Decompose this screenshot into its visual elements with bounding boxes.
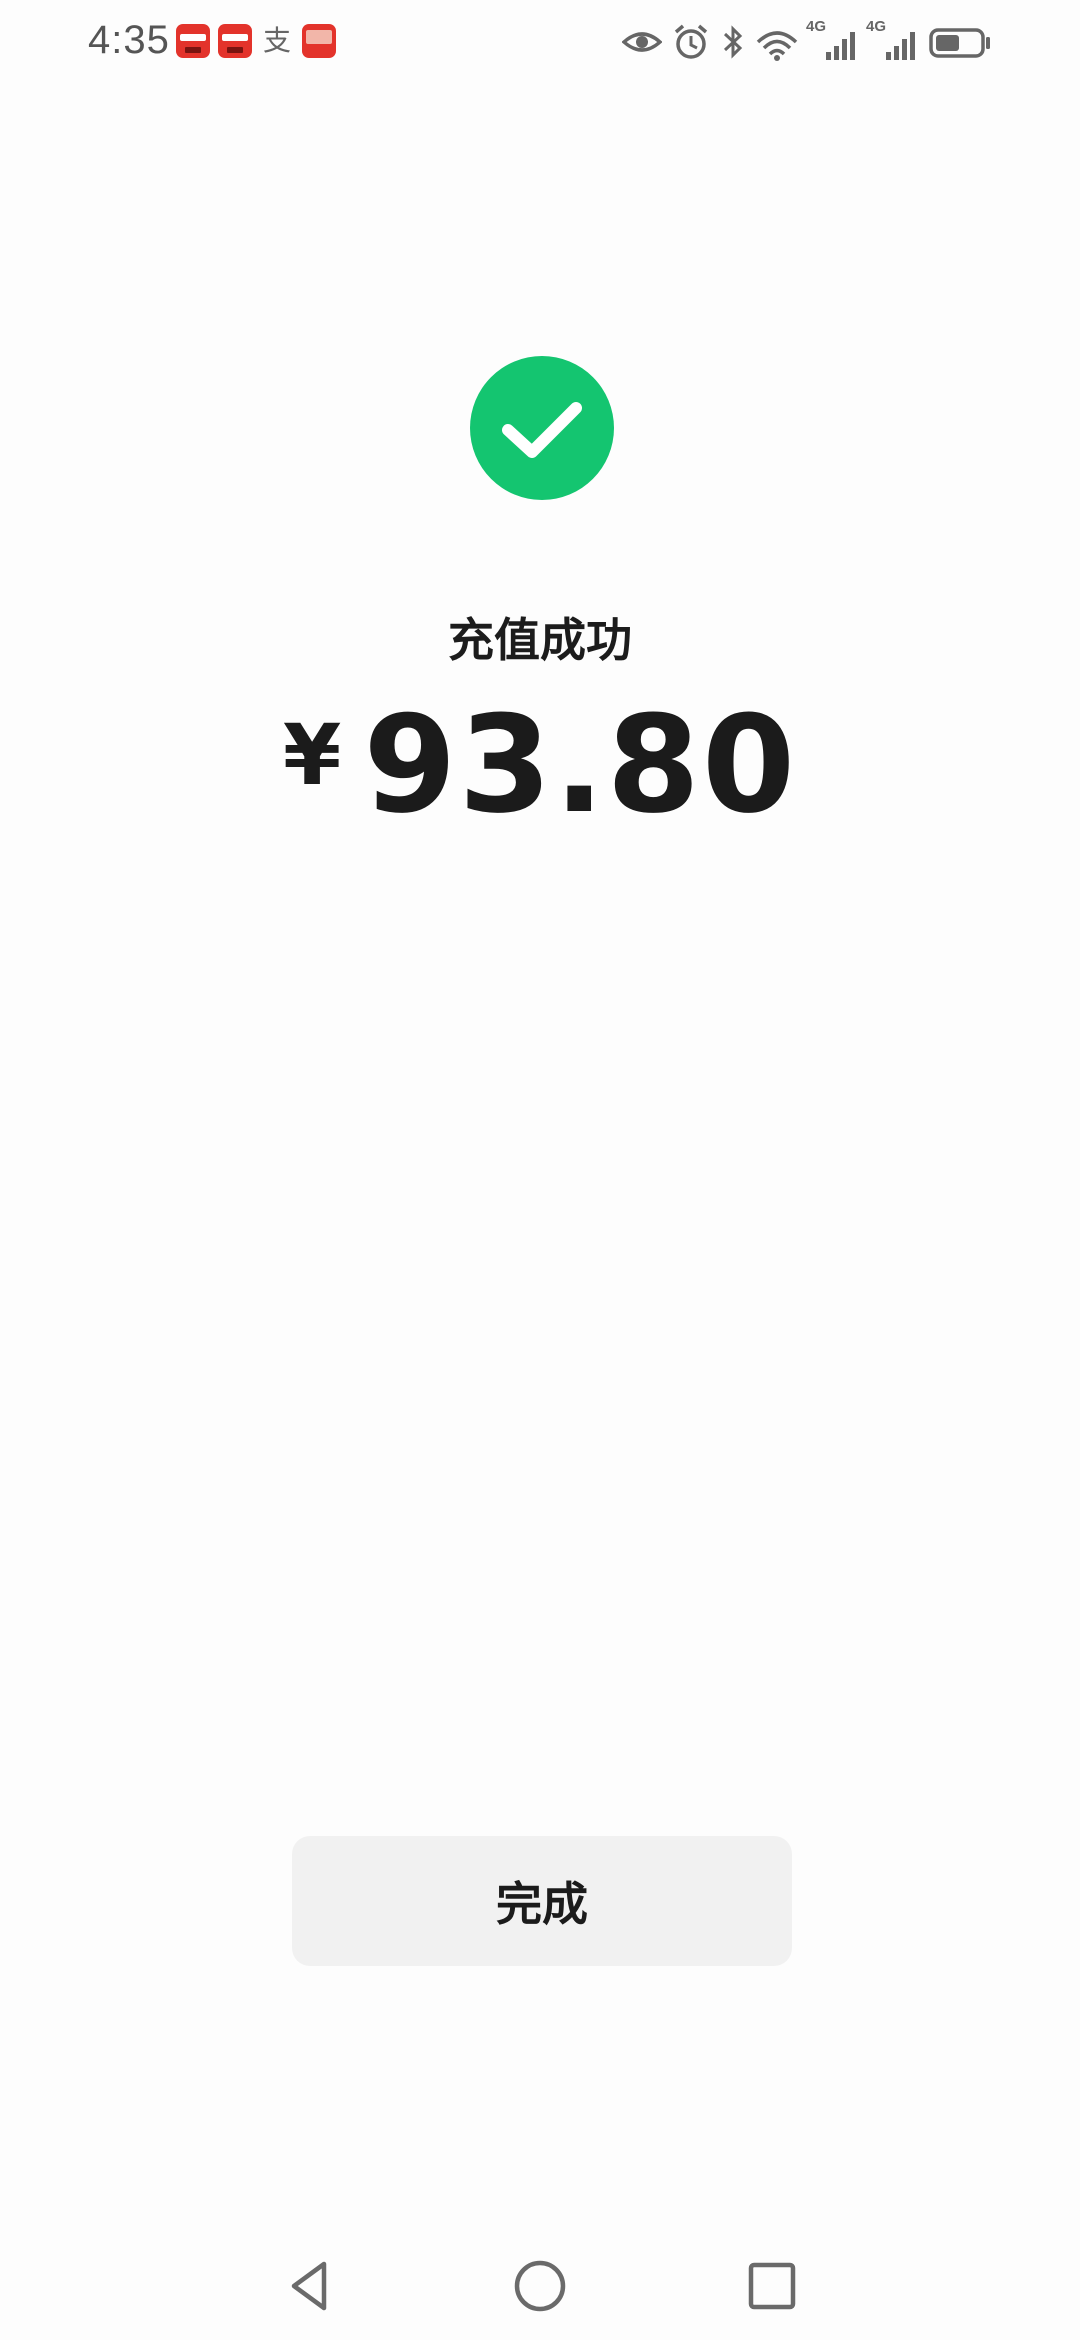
done-button[interactable]: 完成 (292, 1836, 792, 1966)
recents-icon[interactable] (742, 2256, 802, 2316)
battery-icon (929, 28, 990, 58)
home-icon[interactable] (510, 2256, 570, 2316)
amount-value: 93.80 (363, 687, 798, 843)
alipay-icon: 支 (262, 24, 291, 57)
back-icon[interactable] (280, 2256, 340, 2316)
newspaper-app-icon (218, 24, 252, 58)
result-title: 充值成功 (448, 613, 632, 667)
status-bar: 4:35 支 4G 4G (0, 0, 1080, 84)
navigation-bar (0, 2230, 1080, 2340)
alarm-icon (674, 24, 708, 59)
bluetooth-icon (723, 25, 743, 59)
system-tray: 4G 4G (622, 18, 992, 64)
eye-icon (622, 32, 662, 52)
currency-symbol: ¥ (282, 706, 342, 804)
wifi-icon (756, 31, 798, 61)
newspaper-app-icon (176, 24, 210, 58)
amount-display: ¥93.80 (0, 690, 1080, 840)
signal-icon (826, 32, 855, 60)
signal-icon (886, 32, 915, 60)
checkmark-icon (470, 356, 614, 500)
taobao-icon (302, 24, 336, 58)
status-time: 4:35 (88, 18, 170, 62)
